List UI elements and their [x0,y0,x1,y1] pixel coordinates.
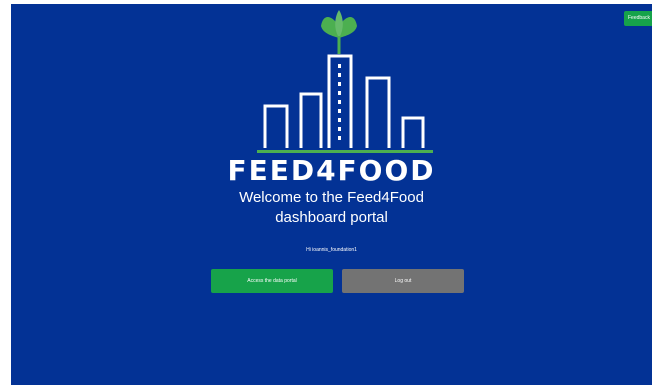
welcome-line-2: dashboard portal [275,209,388,226]
log-out-button[interactable]: Log out [342,269,464,293]
portal-landing-page: FEED4FOOD Welcome to the Feed4Food dashb… [11,4,652,385]
welcome-heading: Welcome to the Feed4Food dashboard porta… [11,188,652,228]
access-data-portal-button[interactable]: Access the data portal [211,269,333,293]
user-greeting: Hi ioannis_foundation1 [306,247,357,253]
welcome-line-1: Welcome to the Feed4Food [239,189,424,206]
feed4food-logo-icon [257,10,433,153]
ground-line-icon [257,150,433,153]
feedback-button[interactable]: Feedback [624,11,652,26]
brand-wordmark: FEED4FOOD [227,154,436,187]
city-buildings-icon [263,54,425,148]
sprout-icon [321,10,357,54]
tower-windows-icon [338,64,341,140]
